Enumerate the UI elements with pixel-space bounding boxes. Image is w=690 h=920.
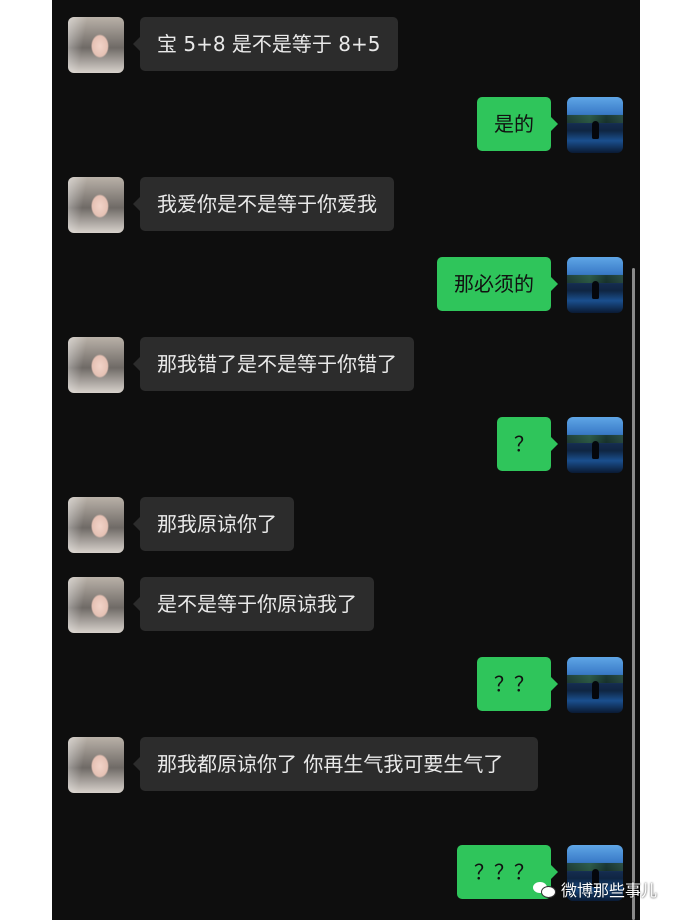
contact-avatar[interactable] xyxy=(68,17,124,73)
scrollbar[interactable] xyxy=(632,268,635,920)
contact-avatar[interactable] xyxy=(68,737,124,793)
contact-avatar[interactable] xyxy=(68,337,124,393)
user-avatar[interactable] xyxy=(567,657,623,713)
message-bubble-incoming[interactable]: 那我原谅你了 xyxy=(133,497,294,551)
message-bubble-incoming[interactable]: 宝 5+8 是不是等于 8+5 xyxy=(133,17,398,71)
message-bubble-outgoing[interactable]: 是的 xyxy=(477,97,558,151)
message-bubble-incoming[interactable]: 那我都原谅你了 你再生气我可要生气了 xyxy=(133,737,538,791)
watermark-text: 微博那些事儿 xyxy=(561,881,658,900)
user-avatar[interactable] xyxy=(567,417,623,473)
message-bubble-outgoing[interactable]: ？？ xyxy=(477,657,558,711)
contact-avatar[interactable] xyxy=(68,577,124,633)
message-bubble-incoming[interactable]: 那我错了是不是等于你错了 xyxy=(133,337,414,391)
wechat-icon xyxy=(533,878,556,900)
user-avatar[interactable] xyxy=(567,97,623,153)
user-avatar[interactable] xyxy=(567,257,623,313)
message-bubble-incoming[interactable]: 我爱你是不是等于你爱我 xyxy=(133,177,394,231)
watermark: 微博那些事儿 xyxy=(533,876,657,902)
contact-avatar[interactable] xyxy=(68,497,124,553)
message-bubble-outgoing[interactable]: ？ xyxy=(497,417,558,471)
message-bubble-outgoing[interactable]: 那必须的 xyxy=(437,257,558,311)
contact-avatar[interactable] xyxy=(68,177,124,233)
message-bubble-incoming[interactable]: 是不是等于你原谅我了 xyxy=(133,577,374,631)
